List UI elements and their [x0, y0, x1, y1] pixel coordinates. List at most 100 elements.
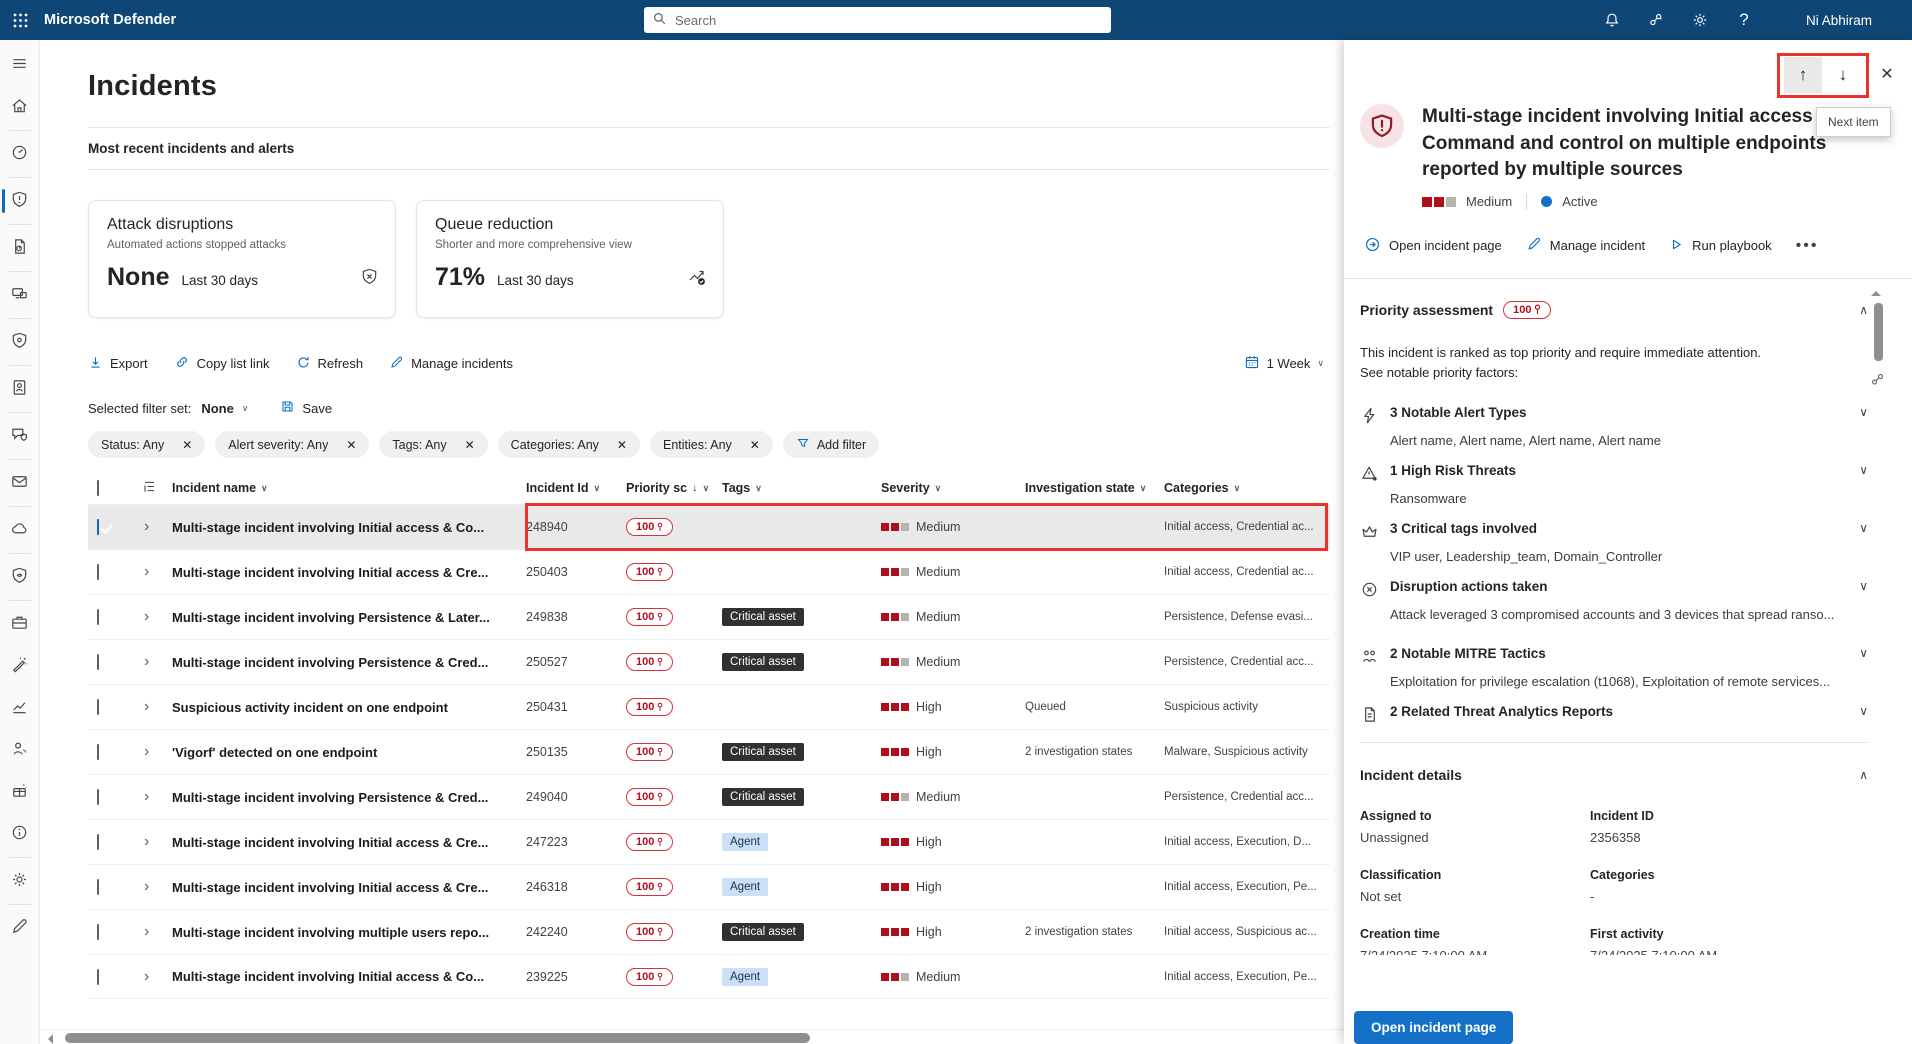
chevron-down-icon[interactable]: ∨: [1859, 521, 1868, 535]
waffle-icon[interactable]: [0, 0, 40, 40]
expand-row-icon[interactable]: ›: [132, 608, 172, 626]
scroll-left-arrow-icon[interactable]: [48, 1034, 53, 1044]
expand-row-icon[interactable]: ›: [132, 653, 172, 671]
export-button[interactable]: Export: [88, 355, 148, 373]
manage-incident-button[interactable]: Manage incident: [1526, 236, 1645, 255]
expand-row-icon[interactable]: ›: [132, 968, 172, 986]
chevron-down-icon[interactable]: ∨: [1859, 405, 1868, 419]
priority-factor[interactable]: Disruption actions taken∨Attack leverage…: [1360, 579, 1868, 622]
copy-list-link-button[interactable]: Copy list link: [174, 354, 270, 373]
add-filter-button[interactable]: Add filter: [783, 431, 879, 458]
column-header-severity[interactable]: Severity∨: [881, 481, 1025, 495]
incident-name[interactable]: Multi-stage incident involving Initial a…: [172, 880, 526, 895]
priority-factor[interactable]: 2 Related Threat Analytics Reports∨: [1360, 704, 1868, 727]
table-row[interactable]: ›Multi-stage incident involving Persiste…: [88, 774, 1330, 819]
column-header-investigation-state[interactable]: Investigation state∨: [1025, 481, 1164, 495]
table-row[interactable]: ›Multi-stage incident involving Persiste…: [88, 594, 1330, 639]
filter-set-value[interactable]: None: [201, 401, 234, 416]
sidebar-item-devices[interactable]: [0, 274, 40, 316]
row-checkbox[interactable]: [97, 879, 99, 895]
row-checkbox[interactable]: [97, 789, 99, 805]
sidebar-item-email[interactable]: [0, 462, 40, 504]
priority-factor[interactable]: 3 Critical tags involved∨VIP user, Leade…: [1360, 521, 1868, 564]
chevron-down-icon[interactable]: ∨: [1859, 579, 1868, 593]
bell-icon[interactable]: [1590, 0, 1634, 40]
table-row[interactable]: ›Suspicious activity incident on one end…: [88, 684, 1330, 729]
sidebar-item-community[interactable]: [0, 729, 40, 771]
column-header-tags[interactable]: Tags∨: [722, 481, 881, 495]
incident-name[interactable]: Suspicious activity incident on one endp…: [172, 700, 526, 715]
time-range-dropdown[interactable]: 1 Week ∨: [1244, 354, 1324, 373]
row-checkbox[interactable]: [97, 924, 99, 940]
sidebar-item-reporting[interactable]: [0, 227, 40, 269]
sidebar-item-advisories[interactable]: [0, 415, 40, 457]
remove-filter-icon[interactable]: ✕: [465, 438, 475, 452]
open-incident-page-link[interactable]: Open incident page: [1364, 236, 1502, 256]
search-input[interactable]: Search: [644, 7, 1111, 33]
remove-filter-icon[interactable]: ✕: [182, 438, 192, 452]
filter-chip[interactable]: Alert severity: Any✕: [215, 431, 369, 458]
column-header-priority[interactable]: Priority sc↓∨: [626, 481, 722, 495]
remove-filter-icon[interactable]: ✕: [346, 438, 356, 452]
sidebar-item-whats-new[interactable]: [0, 771, 40, 813]
scroll-up-arrow-icon[interactable]: [1871, 291, 1881, 296]
incident-name[interactable]: Multi-stage incident involving Initial a…: [172, 969, 526, 984]
save-filter-button[interactable]: Save: [280, 399, 332, 417]
filter-chip[interactable]: Tags: Any✕: [379, 431, 487, 458]
incident-name[interactable]: Multi-stage incident involving Initial a…: [172, 565, 526, 580]
expand-row-icon[interactable]: ›: [132, 833, 172, 851]
expand-row-icon[interactable]: ›: [132, 563, 172, 581]
sidebar-item-home[interactable]: [0, 86, 40, 128]
row-checkbox[interactable]: [97, 969, 99, 985]
chevron-down-icon[interactable]: ∨: [1859, 463, 1868, 477]
row-checkbox[interactable]: [97, 609, 99, 625]
row-checkbox[interactable]: [97, 564, 99, 580]
filter-chip[interactable]: Status: Any✕: [88, 431, 205, 458]
expand-row-icon[interactable]: ›: [132, 743, 172, 761]
table-row[interactable]: ›Multi-stage incident involving Initial …: [88, 504, 1330, 549]
sidebar-item-incidents[interactable]: [0, 180, 40, 222]
share-icon[interactable]: [1869, 371, 1886, 391]
expand-row-icon[interactable]: ›: [132, 788, 172, 806]
community-icon[interactable]: [1634, 0, 1678, 40]
table-row[interactable]: ›Multi-stage incident involving Initial …: [88, 549, 1330, 594]
incident-name[interactable]: 'Vigorf' detected on one endpoint: [172, 745, 526, 760]
chevron-down-icon[interactable]: ∨: [1859, 704, 1868, 718]
more-actions-icon[interactable]: •••: [1796, 237, 1819, 255]
incident-name[interactable]: Multi-stage incident involving Initial a…: [172, 520, 526, 535]
next-item-button[interactable]: ↓: [1824, 57, 1862, 93]
sidebar-item-investigation-history[interactable]: [0, 133, 40, 175]
table-row[interactable]: ›Multi-stage incident involving Persiste…: [88, 639, 1330, 684]
expand-row-icon[interactable]: ›: [132, 518, 172, 536]
column-header-incident-name[interactable]: Incident name∨: [172, 481, 526, 495]
row-checkbox[interactable]: [97, 654, 99, 670]
incident-name[interactable]: Multi-stage incident involving Persisten…: [172, 655, 526, 670]
sidebar-item-tutorials[interactable]: [0, 645, 40, 687]
expand-row-icon[interactable]: ›: [132, 923, 172, 941]
user-name[interactable]: Ni Abhiram: [1806, 13, 1872, 28]
sidebar-item-reports[interactable]: [0, 687, 40, 729]
priority-factor[interactable]: 3 Notable Alert Types∨Alert name, Alert …: [1360, 405, 1868, 448]
row-checkbox[interactable]: [97, 699, 99, 715]
chevron-down-icon[interactable]: ∨: [242, 403, 249, 414]
sidebar-item-exposure[interactable]: [0, 321, 40, 363]
table-row[interactable]: ›Multi-stage incident involving multiple…: [88, 909, 1330, 954]
open-incident-page-button[interactable]: Open incident page: [1354, 1011, 1513, 1044]
attack-disruptions-card[interactable]: Attack disruptions Automated actions sto…: [88, 200, 396, 318]
filter-chip[interactable]: Categories: Any✕: [498, 431, 640, 458]
sidebar-item-menu[interactable]: [0, 44, 40, 86]
group-by-icon[interactable]: [132, 479, 172, 497]
collapse-section-icon[interactable]: ∧: [1859, 303, 1868, 317]
horizontal-scrollbar-thumb[interactable]: [65, 1033, 810, 1043]
refresh-button[interactable]: Refresh: [296, 355, 364, 373]
table-row[interactable]: ›'Vigorf' detected on one endpoint250135…: [88, 729, 1330, 774]
filter-chip[interactable]: Entities: Any✕: [650, 431, 773, 458]
manage-incidents-button[interactable]: Manage incidents: [389, 355, 513, 373]
priority-factor[interactable]: 1 High Risk Threats∨Ransomware: [1360, 463, 1868, 506]
remove-filter-icon[interactable]: ✕: [617, 438, 627, 452]
sidebar-item-assets[interactable]: [0, 603, 40, 645]
remove-filter-icon[interactable]: ✕: [750, 438, 760, 452]
sidebar-item-customize[interactable]: [0, 907, 40, 949]
sidebar-item-policies[interactable]: [0, 556, 40, 598]
collapse-section-icon[interactable]: ∧: [1859, 768, 1868, 782]
